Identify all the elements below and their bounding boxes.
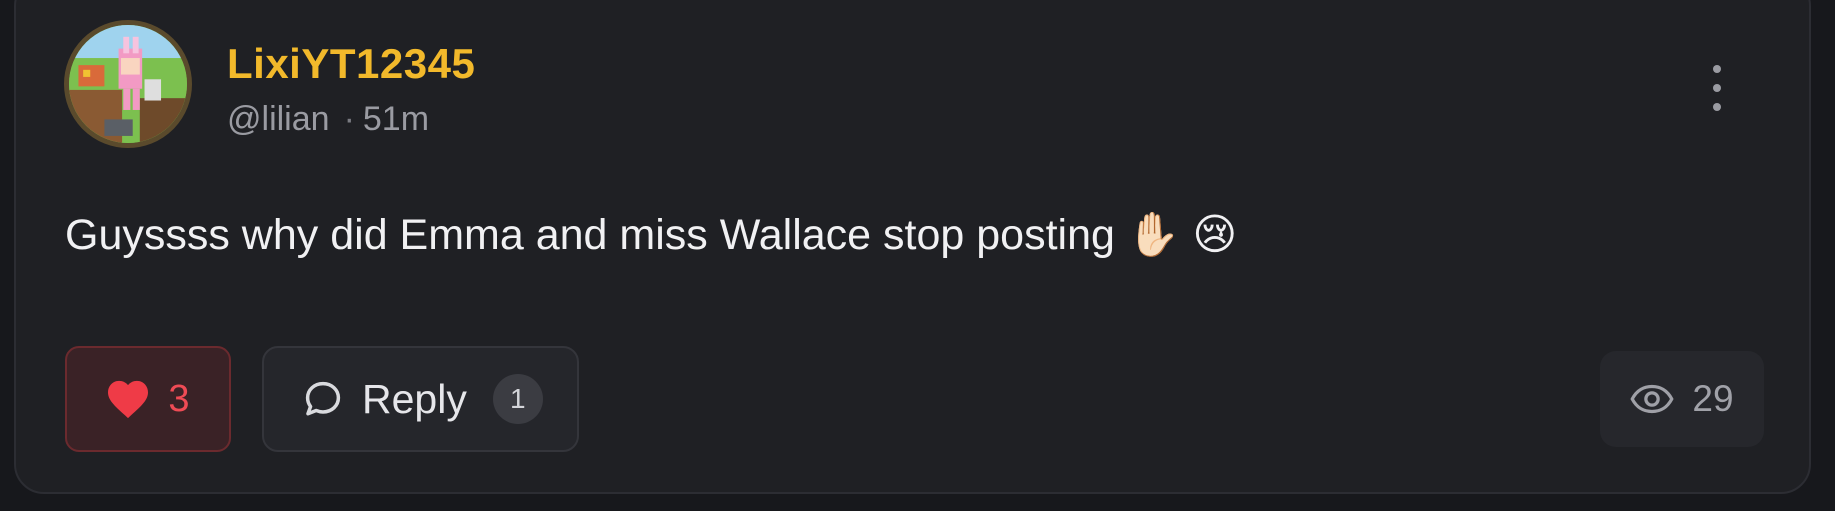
more-vertical-icon-dot [1713, 103, 1721, 111]
heart-icon [108, 380, 149, 419]
username[interactable]: LixiYT12345 [227, 40, 475, 88]
reply-button[interactable]: Reply 1 [262, 346, 579, 452]
post-timestamp: 51m [362, 100, 430, 138]
eye-icon [1631, 384, 1674, 414]
meta-separator: · [343, 100, 355, 138]
more-vertical-icon [1713, 65, 1721, 73]
like-count: 3 [168, 377, 190, 420]
more-options-button[interactable] [1700, 65, 1734, 111]
post-meta: @lilian · 51m [227, 100, 429, 139]
like-button[interactable]: 3 [65, 346, 231, 452]
view-count: 29 [1692, 378, 1734, 419]
avatar-image [69, 25, 187, 143]
avatar[interactable] [64, 20, 192, 148]
post-body-text: Guyssss why did Emma and miss Wallace st… [65, 211, 1238, 259]
reply-label: Reply [362, 375, 467, 422]
speech-bubble-icon [305, 381, 341, 416]
view-counter: 29 [1600, 351, 1764, 447]
more-vertical-icon-dot [1713, 84, 1721, 92]
reply-count-badge: 1 [492, 374, 543, 424]
user-handle[interactable]: @lilian [227, 100, 330, 138]
